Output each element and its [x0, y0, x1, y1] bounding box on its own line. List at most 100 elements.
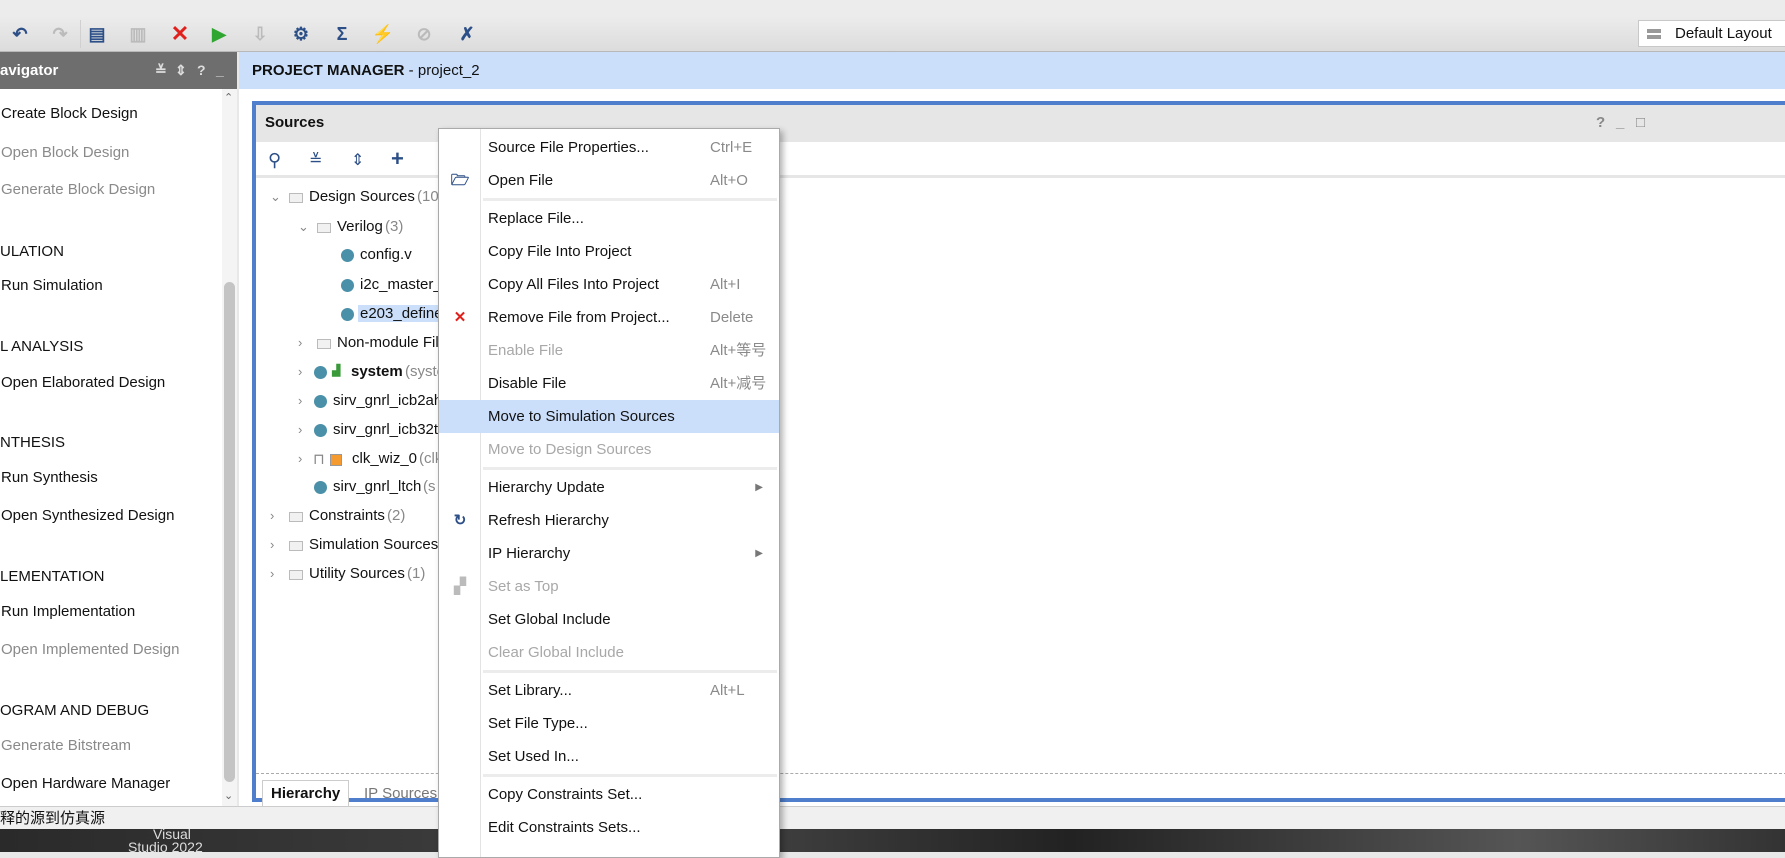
- menu-bar: [0, 0, 1785, 16]
- menu-item-ip-hierarchy[interactable]: IP Hierarchy ▶: [439, 537, 779, 570]
- sigma-icon[interactable]: Σ: [330, 22, 354, 46]
- help-icon[interactable]: ?: [1596, 105, 1605, 141]
- menu-item-replace-file[interactable]: Replace File...: [439, 202, 779, 235]
- tree-label: e203_define: [358, 305, 445, 322]
- nav-item[interactable]: Open Block Design: [1, 144, 129, 161]
- menu-item-set-as-top[interactable]: ▞ Set as Top: [439, 570, 779, 603]
- refresh-icon: ↻: [453, 512, 467, 529]
- menu-item-copy-constraints-set[interactable]: Copy Constraints Set...: [439, 778, 779, 811]
- menu-item-shortcut: Alt+O: [710, 172, 748, 189]
- menu-item-label: Set as Top: [488, 578, 559, 595]
- copy-icon[interactable]: ▤: [85, 22, 109, 46]
- menu-item-enable-file[interactable]: Enable File Alt+等号: [439, 334, 779, 367]
- nav-section-header: NTHESIS: [0, 434, 66, 451]
- menu-item-move-to-simulation-sources[interactable]: Move to Simulation Sources: [439, 400, 779, 433]
- menu-item-open-file[interactable]: 🗁 Open File Alt+O: [439, 164, 779, 197]
- menu-item-refresh-hierarchy[interactable]: ↻ Refresh Hierarchy: [439, 504, 779, 537]
- file-icon: [341, 308, 354, 321]
- chevron-right-icon[interactable]: ›: [298, 393, 302, 408]
- redo-icon[interactable]: ↷: [48, 22, 72, 46]
- menu-item-copy-all-files-into-project[interactable]: Copy All Files Into Project Alt+I: [439, 268, 779, 301]
- nav-item[interactable]: Run Synthesis: [1, 469, 98, 486]
- nav-item[interactable]: Generate Block Design: [1, 181, 155, 198]
- menu-item-label: Replace File...: [488, 210, 584, 227]
- module-icon: [314, 395, 327, 408]
- nav-item[interactable]: Generate Bitstream: [1, 737, 131, 754]
- nav-item[interactable]: Open Synthesized Design: [1, 507, 174, 524]
- chevron-down-icon[interactable]: ⌄: [270, 189, 281, 205]
- menu-separator: [483, 198, 777, 201]
- expand-all-icon[interactable]: ⇕: [351, 150, 364, 170]
- menu-item-set-global-include[interactable]: Set Global Include: [439, 603, 779, 636]
- folder-icon: [289, 193, 303, 203]
- nav-item[interactable]: Run Implementation: [1, 603, 135, 620]
- layout-selector[interactable]: Default Layout: [1638, 20, 1785, 47]
- chevron-right-icon[interactable]: ›: [298, 364, 302, 379]
- tree-count: (1): [407, 565, 426, 582]
- chevron-right-icon[interactable]: ›: [270, 508, 274, 523]
- chevron-right-icon[interactable]: ›: [270, 537, 274, 552]
- run-icon[interactable]: ▶: [207, 22, 231, 46]
- scroll-up-icon[interactable]: ⌃: [224, 91, 233, 104]
- menu-item-set-file-type[interactable]: Set File Type...: [439, 707, 779, 740]
- taskbar: Visual Studio 2022: [0, 826, 1785, 855]
- add-sources-icon[interactable]: +: [391, 146, 404, 172]
- tree-label: sirv_gnrl_ltch: [333, 478, 422, 495]
- nav-item[interactable]: Open Elaborated Design: [1, 374, 165, 391]
- help-icon[interactable]: ?: [197, 52, 206, 89]
- maximize-icon[interactable]: □: [1636, 105, 1645, 141]
- minimize-icon[interactable]: _: [1616, 105, 1624, 141]
- tree-label: i2c_master_: [360, 276, 442, 293]
- settings-icon[interactable]: ⚙: [289, 22, 313, 46]
- menu-item-edit-constraints-sets[interactable]: Edit Constraints Sets...: [439, 811, 779, 844]
- tree-label: sirv_gnrl_icb2ah: [333, 392, 443, 409]
- taskbar-item[interactable]: Studio 2022: [128, 839, 203, 855]
- layout-icon: [1647, 29, 1661, 39]
- menu-item-remove-file-from-project[interactable]: ✕ Remove File from Project... Delete: [439, 301, 779, 334]
- program-icon[interactable]: ✗: [455, 22, 479, 46]
- tab-ip-sources[interactable]: IP Sources: [364, 785, 437, 802]
- scrollbar-thumb[interactable]: [224, 282, 235, 782]
- minimize-icon[interactable]: _: [216, 52, 224, 89]
- chevron-right-icon[interactable]: ›: [298, 422, 302, 437]
- menu-item-set-library[interactable]: Set Library... Alt+L: [439, 674, 779, 707]
- project-name: - project_2: [404, 62, 480, 79]
- menu-item-move-to-design-sources[interactable]: Move to Design Sources: [439, 433, 779, 466]
- step-icon[interactable]: ⇩: [248, 22, 272, 46]
- chevron-down-icon[interactable]: ⌄: [298, 219, 309, 235]
- menu-item-set-used-in[interactable]: Set Used In...: [439, 740, 779, 773]
- menu-item-source-file-properties[interactable]: Source File Properties... Ctrl+E: [439, 131, 779, 164]
- chevron-right-icon[interactable]: ›: [298, 451, 302, 466]
- undo-icon[interactable]: ↶: [8, 22, 32, 46]
- nav-item[interactable]: Open Implemented Design: [1, 641, 179, 658]
- chevron-right-icon[interactable]: ›: [298, 335, 302, 350]
- collapse-all-icon[interactable]: ≚: [155, 52, 167, 89]
- scroll-down-icon[interactable]: ⌄: [224, 789, 233, 802]
- menu-item-label: Disable File: [488, 375, 567, 392]
- menu-item-copy-file-into-project[interactable]: Copy File Into Project: [439, 235, 779, 268]
- delete-icon[interactable]: ✕: [168, 22, 192, 46]
- menu-item-label: Hierarchy Update: [488, 479, 605, 496]
- folder-icon: [289, 512, 303, 522]
- chevron-right-icon[interactable]: ›: [270, 566, 274, 581]
- nav-item[interactable]: Open Hardware Manager: [1, 775, 170, 792]
- expand-all-icon[interactable]: ⇕: [175, 52, 187, 89]
- nav-item[interactable]: Create Block Design: [1, 105, 138, 122]
- paste-icon[interactable]: ▥: [126, 22, 150, 46]
- tab-hierarchy[interactable]: Hierarchy: [262, 780, 350, 807]
- status-bar: 释的源到仿真源: [0, 806, 1785, 829]
- navigator-header: avigator ≚ ⇕ ? _: [0, 52, 237, 89]
- ip-core-icon: [330, 454, 342, 466]
- collapse-all-icon[interactable]: ≚: [309, 150, 322, 170]
- tree-count: (s: [423, 478, 436, 495]
- debug-icon[interactable]: ⊘: [412, 22, 436, 46]
- page-header: PROJECT MANAGER - project_2: [239, 52, 1785, 89]
- menu-item-hierarchy-update[interactable]: Hierarchy Update ▶: [439, 471, 779, 504]
- menu-item-disable-file[interactable]: Disable File Alt+减号: [439, 367, 779, 400]
- menu-item-label: Set Used In...: [488, 748, 579, 765]
- nav-item[interactable]: Run Simulation: [1, 277, 103, 294]
- impl-icon[interactable]: ⚡: [371, 22, 395, 46]
- menu-item-clear-global-include[interactable]: Clear Global Include: [439, 636, 779, 669]
- search-icon[interactable]: ⚲: [268, 150, 281, 171]
- ip-pin-icon: ⊓: [313, 451, 325, 468]
